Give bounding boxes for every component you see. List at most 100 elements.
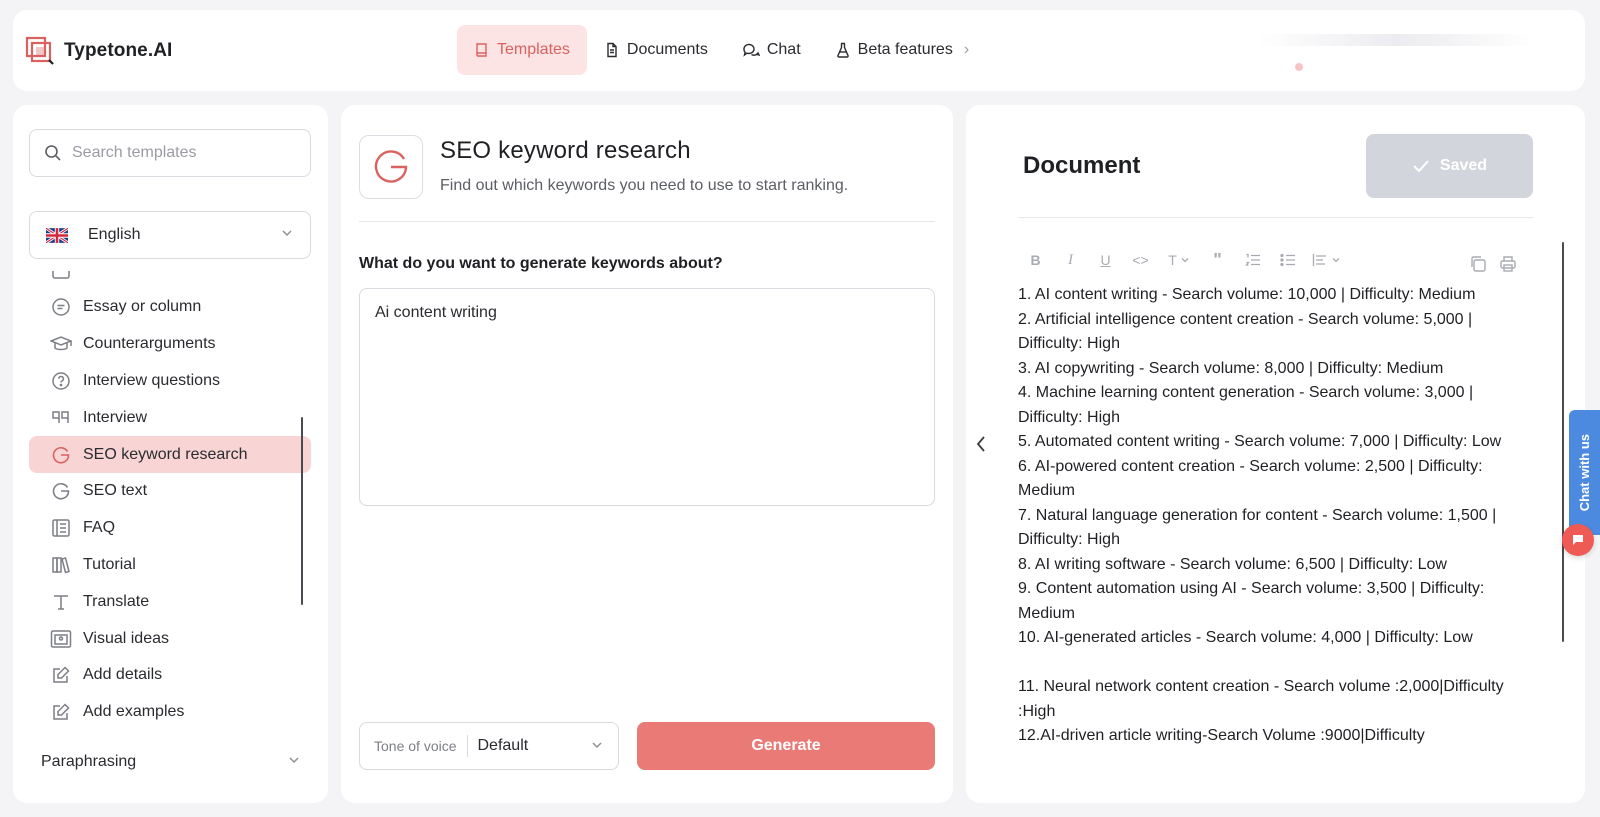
generate-button[interactable]: Generate (637, 722, 935, 770)
message-icon (1573, 535, 1583, 545)
ordered-list-icon[interactable] (1235, 249, 1270, 271)
chat-with-us-tab[interactable]: Chat with us (1569, 410, 1600, 535)
document-line: 8. AI writing software - Search volume: … (1018, 555, 1447, 573)
template-list: Essay or column Counterarguments Intervi… (29, 271, 311, 771)
top-bar: Typetone.AI Templates Documents Chat Bet… (13, 10, 1585, 91)
google-g-icon (374, 150, 408, 183)
text-size-icon[interactable]: T (1158, 249, 1200, 271)
align-icon[interactable] (1305, 249, 1347, 271)
search-icon (45, 145, 61, 161)
template-faq[interactable]: FAQ (29, 510, 311, 547)
editor-toolbar: B I U <> T " (1018, 249, 1347, 271)
template-subtitle: Find out which keywords you need to use … (440, 177, 849, 194)
document-line: 12.AI-driven article writing-Search Volu… (1018, 727, 1425, 744)
italic-icon[interactable]: I (1053, 249, 1088, 271)
google-g-icon (50, 480, 72, 502)
chevron-left-icon[interactable] (974, 435, 988, 458)
sidebar-scrollbar[interactable] (301, 417, 303, 605)
copy-icon[interactable] (1469, 255, 1487, 278)
document-line: 1. AI content writing - Search volume: 1… (1018, 286, 1476, 303)
template-add-details[interactable]: Add details (29, 657, 311, 694)
question-circle-icon (50, 370, 72, 392)
document-line: 11. Neural network content creation - Se… (1018, 678, 1504, 720)
nav-chat[interactable]: Chat (725, 25, 818, 75)
chat-bubble-button[interactable] (1562, 524, 1594, 556)
nav-templates[interactable]: Templates (457, 25, 587, 75)
graduation-cap-icon (50, 333, 72, 355)
app-name: Typetone.AI (64, 40, 173, 61)
tone-label: Tone of voice (374, 738, 457, 754)
template-tutorial[interactable]: Tutorial (29, 547, 311, 584)
print-icon[interactable] (1499, 255, 1517, 278)
template-interview-questions[interactable]: Interview questions (29, 363, 311, 400)
check-icon (1413, 160, 1429, 173)
quote-icon (50, 407, 72, 429)
quote-icon[interactable]: " (1200, 249, 1235, 271)
bullet-list-icon[interactable] (1270, 249, 1305, 271)
chevron-down-icon (287, 753, 301, 772)
template-interview[interactable]: Interview (29, 399, 311, 436)
section-paraphrasing[interactable]: Paraphrasing (41, 751, 301, 773)
separator (466, 735, 468, 757)
template-add-examples[interactable]: Add examples (29, 694, 311, 731)
nav-documents[interactable]: Documents (587, 25, 725, 75)
template-translate[interactable]: Translate (29, 583, 311, 620)
document-content[interactable]: 1. AI content writing - Search volume: 1… (1018, 283, 1533, 749)
template-counterarguments[interactable]: Counterarguments (29, 326, 311, 363)
document-icon (607, 42, 617, 58)
template-title: SEO keyword research (440, 137, 691, 164)
chevron-down-icon (280, 226, 294, 245)
faq-list-icon (50, 517, 72, 539)
document-line: 6. AI-powered content creation - Search … (1018, 457, 1483, 500)
edit-icon (50, 664, 72, 686)
template-seo-keyword-research[interactable]: SEO keyword research (29, 436, 311, 473)
notification-dot (1295, 63, 1303, 71)
google-g-icon (50, 444, 72, 466)
uk-flag-icon (46, 227, 68, 243)
document-line: 7. Natural language generation for conte… (1018, 506, 1497, 549)
document-line: 5. Automated content writing - Search vo… (1018, 433, 1502, 450)
editor-actions (1469, 255, 1517, 278)
bold-icon[interactable]: B (1018, 249, 1053, 271)
language-select[interactable]: English (29, 211, 311, 259)
tone-value: Default (477, 737, 529, 754)
language-value: English (88, 226, 141, 243)
underline-icon[interactable]: U (1088, 249, 1123, 271)
app-logo[interactable]: Typetone.AI (25, 36, 172, 66)
book-icon (476, 43, 487, 57)
template-form-panel: SEO keyword research Find out which keyw… (341, 105, 953, 803)
question-label: What do you want to generate keywords ab… (359, 255, 723, 272)
flask-icon (836, 42, 849, 58)
account-area[interactable] (1257, 34, 1537, 46)
template-sidebar: English Essay or column Counterarguments… (13, 105, 328, 803)
text-t-icon (50, 591, 72, 613)
template-search[interactable] (29, 129, 311, 177)
chat-lines-icon (50, 296, 72, 318)
document-line: 10. AI-generated articles - Search volum… (1018, 629, 1473, 646)
chat-icon (743, 43, 760, 57)
template-logo (359, 135, 423, 199)
chevron-down-icon (590, 738, 604, 755)
main-nav: Templates Documents Chat Beta features › (457, 25, 986, 75)
keyword-topic-input[interactable]: Ai content writing (359, 288, 935, 506)
code-icon[interactable]: <> (1123, 249, 1158, 271)
document-scrollbar[interactable] (1562, 242, 1564, 642)
divider (359, 221, 935, 222)
template-seo-text[interactable]: SEO text (29, 473, 311, 510)
saved-button[interactable]: Saved (1366, 134, 1533, 198)
document-line: 9. Content automation using AI - Search … (1018, 580, 1485, 622)
template-visual-ideas[interactable]: Visual ideas (29, 620, 311, 657)
document-line: 3. AI copywriting - Search volume: 8,000… (1018, 359, 1444, 377)
search-input[interactable] (72, 144, 292, 162)
template-essay-or-column[interactable]: Essay or column (29, 289, 311, 326)
document-line: 2. Artificial intelligence content creat… (1018, 310, 1473, 353)
tone-of-voice-select[interactable]: Tone of voice Default (359, 722, 619, 770)
image-frame-icon (50, 628, 72, 650)
typetone-logo-icon (25, 36, 54, 65)
chevron-right-icon: › (963, 41, 970, 58)
document-line: 4. Machine learning content generation -… (1018, 384, 1474, 426)
divider (1018, 217, 1533, 218)
document-title: Document (1023, 152, 1141, 179)
document-panel: Document Saved B I U <> T " 1. AI conten… (966, 105, 1585, 803)
nav-beta-features[interactable]: Beta features › (818, 25, 987, 75)
